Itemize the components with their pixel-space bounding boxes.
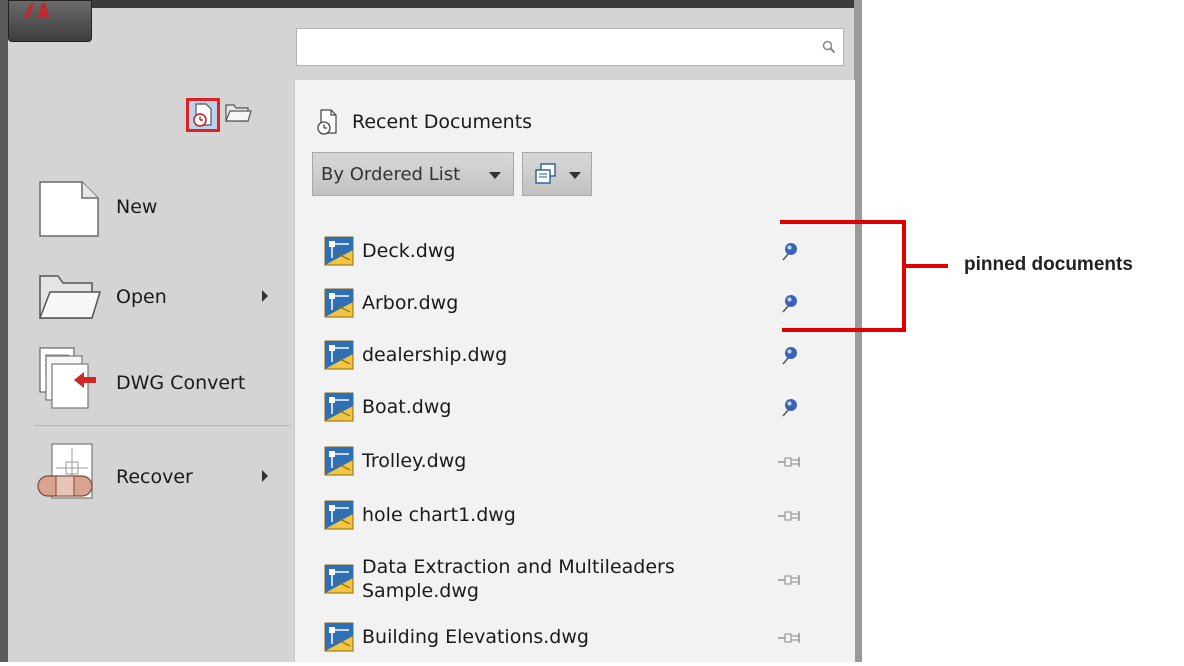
pinned-documents-annotation: pinned documents bbox=[964, 254, 1133, 275]
pinned-documents-bracket bbox=[780, 220, 948, 332]
